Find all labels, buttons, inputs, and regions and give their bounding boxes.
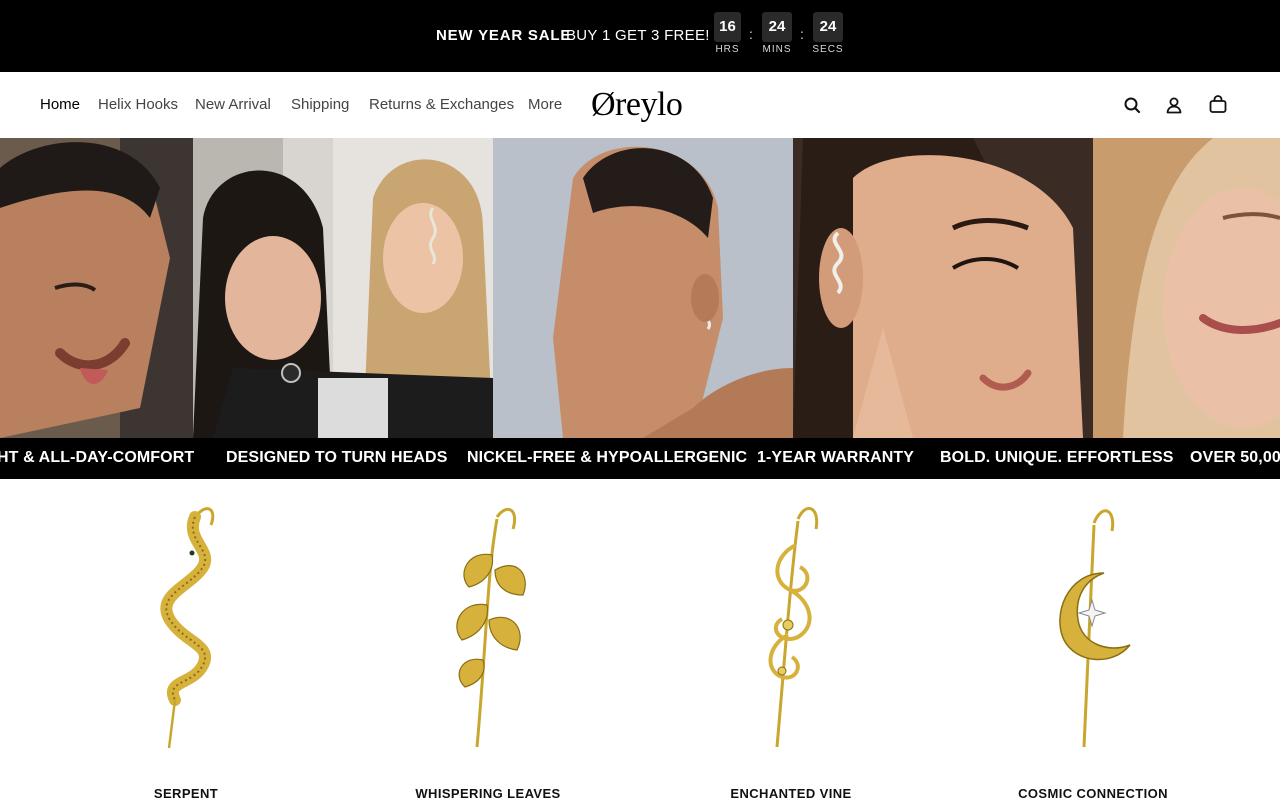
nav-home[interactable]: Home: [40, 96, 80, 113]
product-name[interactable]: WHISPERING LEAVES: [337, 786, 639, 800]
nav-more[interactable]: More: [528, 96, 562, 113]
countdown-separator: :: [749, 26, 753, 42]
hero-image-model-1: [0, 138, 193, 438]
countdown-separator: :: [800, 26, 804, 42]
site-header: Home Helix Hooks New Arrival Shipping Re…: [0, 72, 1280, 138]
countdown-hours-label: HRS: [715, 44, 740, 55]
nav-returns-exchanges[interactable]: Returns & Exchanges: [369, 96, 514, 113]
sale-offer-text: BUY 1 GET 3 FREE!: [566, 27, 710, 44]
marquee-item: BOLD. UNIQUE. EFFORTLESS: [940, 449, 1174, 466]
countdown-minutes-label: MINS: [762, 44, 792, 55]
product-name[interactable]: SERPENT: [35, 786, 337, 800]
cart-icon[interactable]: [1207, 94, 1229, 116]
whispering-leaves-product-image[interactable]: [337, 495, 639, 755]
product-card-cosmic-connection[interactable]: COSMIC CONNECTION: [942, 479, 1244, 800]
sale-title: NEW YEAR SALE: [436, 27, 572, 44]
search-icon[interactable]: [1121, 94, 1143, 116]
enchanted-vine-product-image[interactable]: [640, 495, 942, 755]
countdown-seconds: 24: [813, 12, 843, 42]
product-card-whispering-leaves[interactable]: WHISPERING LEAVES: [337, 479, 639, 800]
features-marquee: HT & ALL-DAY-COMFORT DESIGNED TO TURN HE…: [0, 438, 1280, 479]
countdown-seconds-label: SECS: [812, 44, 844, 55]
cosmic-connection-product-image[interactable]: [942, 495, 1244, 755]
nav-helix-hooks[interactable]: Helix Hooks: [98, 96, 178, 113]
countdown-hours: 16: [714, 12, 741, 42]
countdown-minutes: 24: [762, 12, 792, 42]
nav-new-arrival[interactable]: New Arrival: [195, 96, 271, 113]
marquee-item: 1-YEAR WARRANTY: [757, 449, 915, 466]
product-card-serpent[interactable]: SERPENT: [35, 479, 337, 800]
hero-image-model-5: [1093, 138, 1280, 438]
product-card-enchanted-vine[interactable]: ENCHANTED VINE: [640, 479, 942, 800]
announcement-bar: NEW YEAR SALE BUY 1 GET 3 FREE! 16 HRS :…: [0, 0, 1280, 72]
hero-image-model-3: [493, 138, 793, 438]
hero-image-model-4: [793, 138, 1093, 438]
marquee-item: NICKEL-FREE & HYPOALLERGENIC: [467, 449, 748, 466]
nav-shipping[interactable]: Shipping: [291, 96, 349, 113]
marquee-item: HT & ALL-DAY-COMFORT: [0, 449, 195, 466]
account-icon[interactable]: [1163, 94, 1185, 116]
hero-image-model-2: [193, 138, 493, 438]
brand-logo[interactable]: Øreylo: [591, 86, 683, 124]
serpent-product-image[interactable]: [35, 495, 337, 755]
product-name[interactable]: ENCHANTED VINE: [640, 786, 942, 800]
hero-collage: [0, 138, 1280, 438]
marquee-item: OVER 50,000: [1190, 449, 1280, 466]
product-name[interactable]: COSMIC CONNECTION: [942, 786, 1244, 800]
marquee-item: DESIGNED TO TURN HEADS: [226, 449, 448, 466]
